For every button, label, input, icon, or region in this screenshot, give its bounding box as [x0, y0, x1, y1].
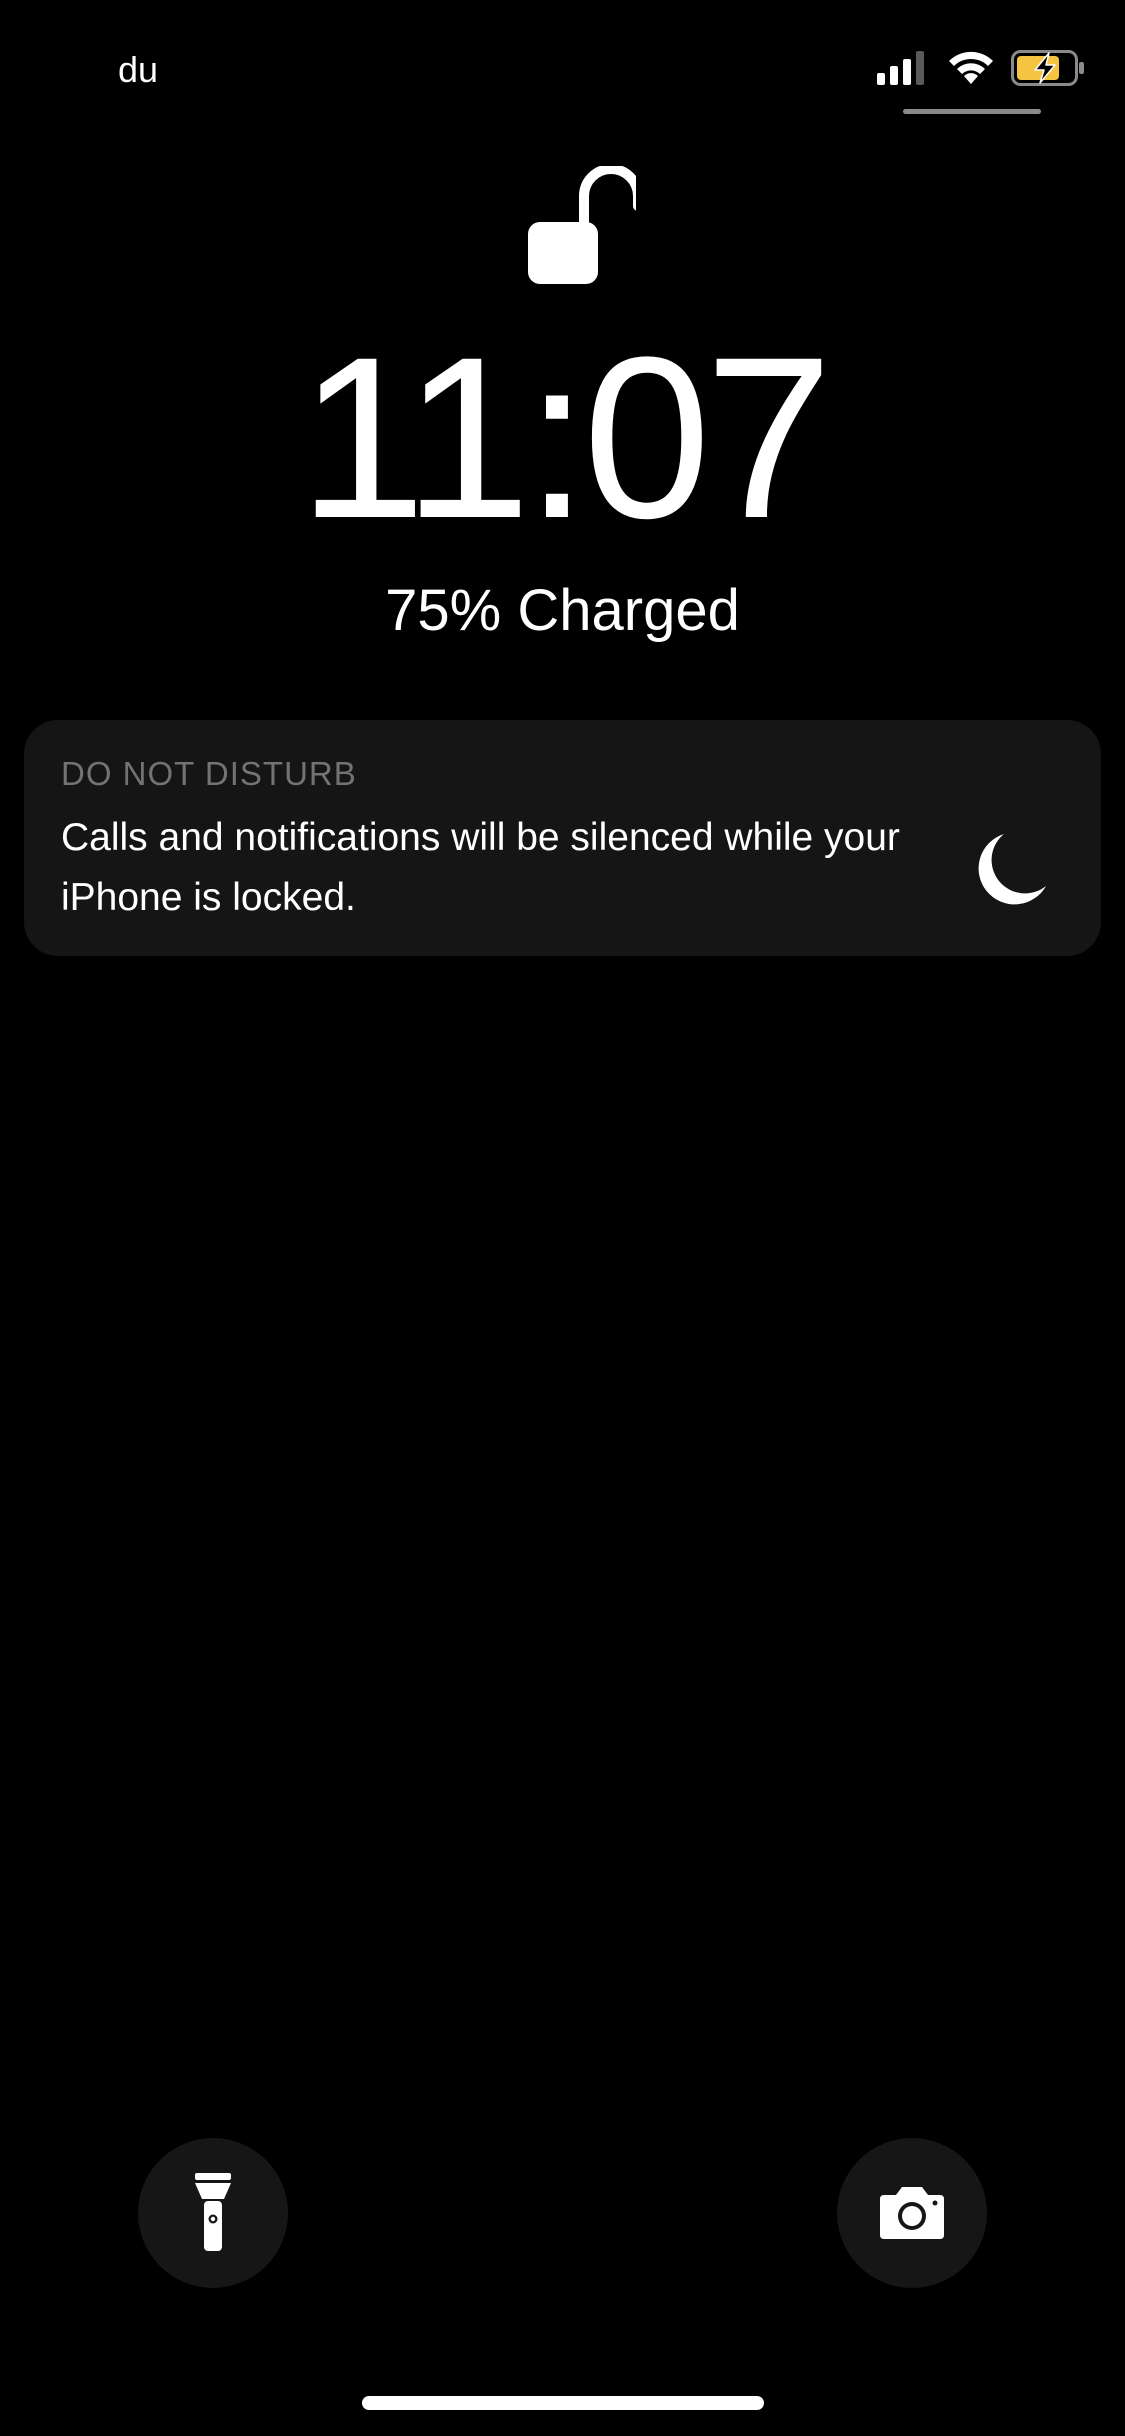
camera-icon	[880, 2187, 944, 2239]
flashlight-button[interactable]	[138, 2138, 288, 2288]
do-not-disturb-notification[interactable]: DO NOT DISTURB Calls and notifications w…	[24, 720, 1101, 956]
wifi-icon	[949, 51, 993, 84]
lock-screen-time: 11:07	[298, 309, 833, 566]
notification-body: Calls and notifications will be silenced…	[61, 816, 900, 919]
moon-icon	[978, 834, 1046, 905]
status-icons[interactable]	[877, 48, 1085, 88]
camera-button[interactable]	[837, 2138, 987, 2288]
signal-icon	[877, 51, 924, 85]
control-center-indicator[interactable]	[903, 109, 1041, 114]
home-indicator[interactable]	[362, 2396, 764, 2410]
charge-status: 75% Charged	[385, 578, 740, 643]
notification-title: DO NOT DISTURB	[61, 755, 357, 792]
unlocked-padlock-icon	[528, 166, 636, 284]
flashlight-icon	[195, 2173, 231, 2251]
battery-charging-icon	[1011, 50, 1084, 86]
carrier-name: du	[118, 49, 159, 90]
